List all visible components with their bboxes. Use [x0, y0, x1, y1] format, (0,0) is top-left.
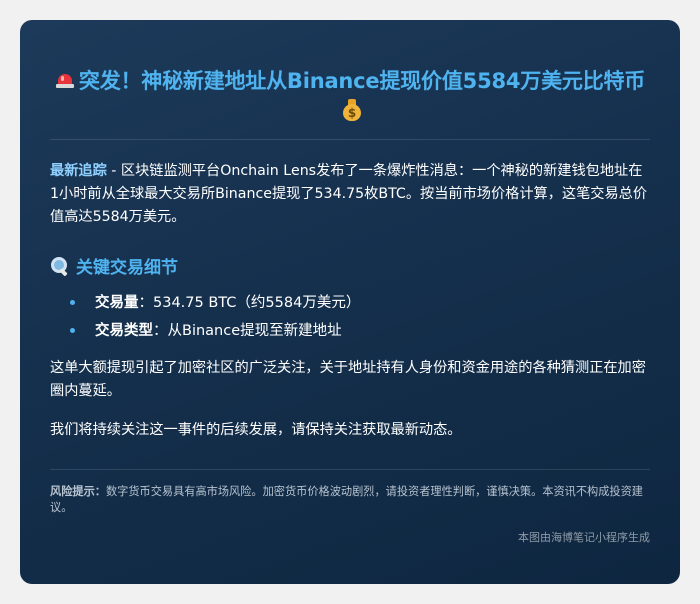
title-divider	[50, 139, 650, 140]
risk-warning: 风险提示：数字货币交易具有高市场风险。加密货币价格波动剧烈，请投资者理性判断，谨…	[50, 484, 650, 516]
risk-label: 风险提示：	[50, 485, 106, 498]
detail-separator: ：	[138, 295, 154, 311]
section-title: 关键交易细节	[76, 258, 178, 278]
footer-divider	[50, 469, 650, 470]
rotating-light-icon	[55, 73, 75, 89]
article-card: 突发！神秘新建地址从Binance提现价值5584万美元比特币 $ 最新追踪 - …	[20, 20, 680, 584]
list-item: 交易量：534.75 BTC（约5584万美元）	[70, 289, 650, 317]
section-heading: 关键交易细节	[50, 255, 650, 281]
risk-text: 数字货币交易具有高市场风险。加密货币价格波动剧烈，请投资者理性判断，谨慎决策。本…	[50, 485, 643, 514]
list-item: 交易类型：从Binance提现至新建地址	[70, 317, 650, 345]
article-title-heading: 突发！神秘新建地址从Binance提现价值5584万美元比特币 $	[50, 66, 650, 126]
detail-value: 从Binance提现至新建地址	[167, 323, 342, 339]
detail-value: 534.75 BTC（约5584万美元）	[153, 295, 361, 311]
detail-label: 交易量	[95, 295, 139, 311]
intro-lead: 最新追踪	[50, 163, 107, 179]
detail-label: 交易类型	[95, 323, 153, 339]
intro-paragraph: 最新追踪 - 区块链监测平台Onchain Lens发布了一条爆炸性消息：一个神…	[50, 160, 650, 229]
footer-credit: 本图由海博笔记小程序生成	[518, 531, 650, 544]
details-list: 交易量：534.75 BTC（约5584万美元） 交易类型：从Binance提现…	[50, 289, 650, 345]
bullet-icon	[70, 300, 75, 305]
money-bag-icon: $	[343, 99, 361, 121]
body-paragraph-1: 这单大额提现引起了加密社区的广泛关注，关于地址持有人身份和资金用途的各种猜测正在…	[50, 360, 646, 399]
body-paragraph-2: 我们将持续关注这一事件的后续发展，请保持关注获取最新动态。	[50, 422, 462, 438]
article-title: 突发！神秘新建地址从Binance提现价值5584万美元比特币	[78, 69, 646, 93]
detail-separator: ：	[153, 323, 168, 339]
magnifying-glass-icon	[50, 256, 70, 277]
intro-text: - 区块链监测平台Onchain Lens发布了一条爆炸性消息：一个神秘的新建钱…	[50, 163, 648, 225]
bullet-icon	[70, 328, 75, 333]
